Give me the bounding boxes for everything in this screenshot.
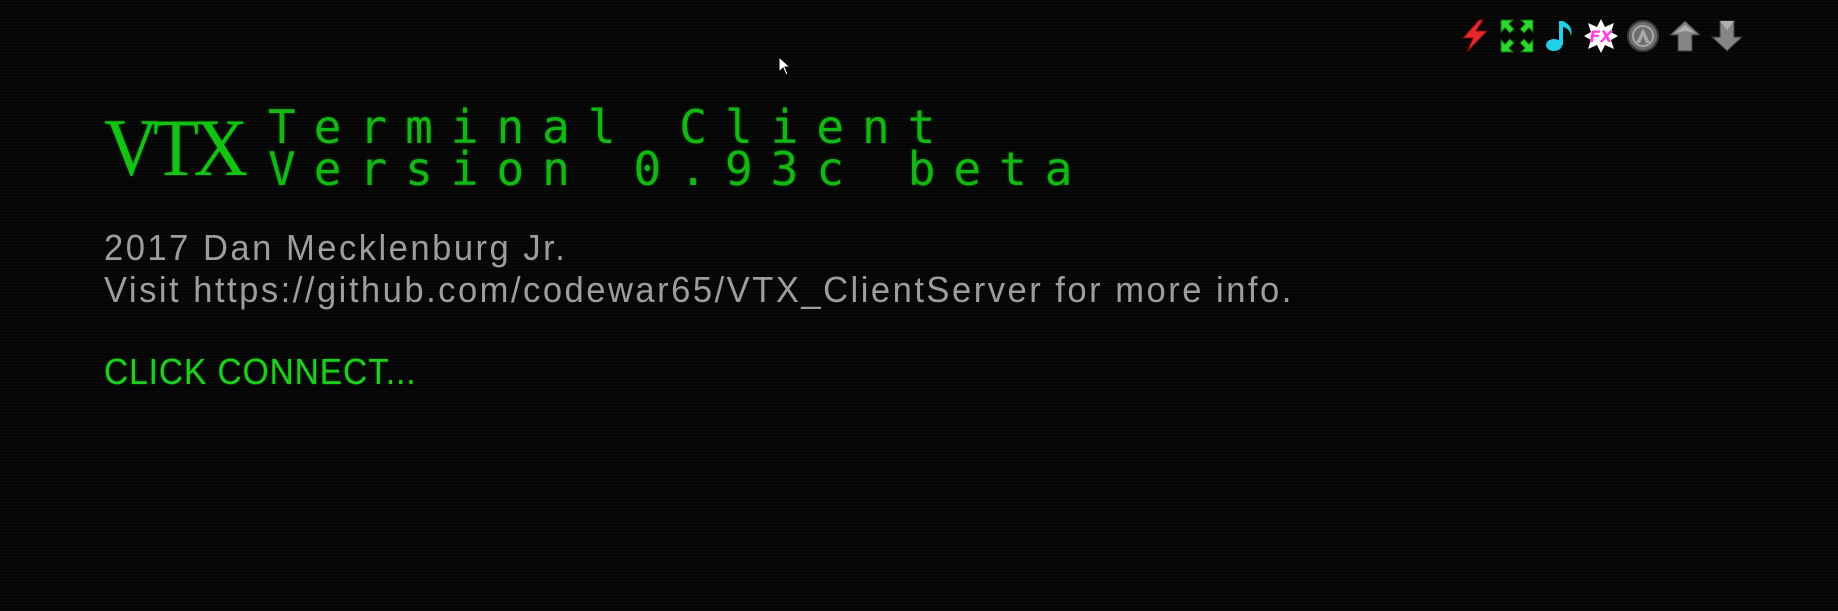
auto-button[interactable] <box>1624 16 1662 56</box>
info-link-text: Visit https://github.com/codewar65/VTX_C… <box>104 269 1294 310</box>
music-toggle-button[interactable] <box>1540 16 1578 56</box>
download-arrow-icon <box>1710 20 1744 52</box>
download-button[interactable] <box>1708 16 1746 56</box>
toolbar: FX <box>1456 14 1746 58</box>
fullscreen-arrows-icon <box>1500 19 1534 53</box>
fx-icon: FX <box>1584 19 1618 53</box>
terminal-screen[interactable]: FX VTX Terminal Client Version 0.93c bet… <box>0 0 1838 611</box>
connect-button[interactable] <box>1456 16 1494 56</box>
circle-a-icon <box>1627 20 1659 52</box>
upload-button[interactable] <box>1666 16 1704 56</box>
fx-label: FX <box>1589 27 1613 46</box>
version-text: Version 0.93c beta <box>268 142 1091 196</box>
connect-prompt: CLICK CONNECT... <box>104 351 417 392</box>
fullscreen-button[interactable] <box>1498 16 1536 56</box>
fx-toggle-button[interactable]: FX <box>1582 16 1620 56</box>
copyright-text: 2017 Dan Mecklenburg Jr. <box>104 227 568 268</box>
music-note-icon <box>1546 21 1572 51</box>
lightning-icon <box>1461 19 1489 53</box>
mouse-pointer-icon <box>778 56 792 76</box>
vtx-logo: VTX <box>104 102 248 193</box>
upload-arrow-icon <box>1668 20 1702 52</box>
